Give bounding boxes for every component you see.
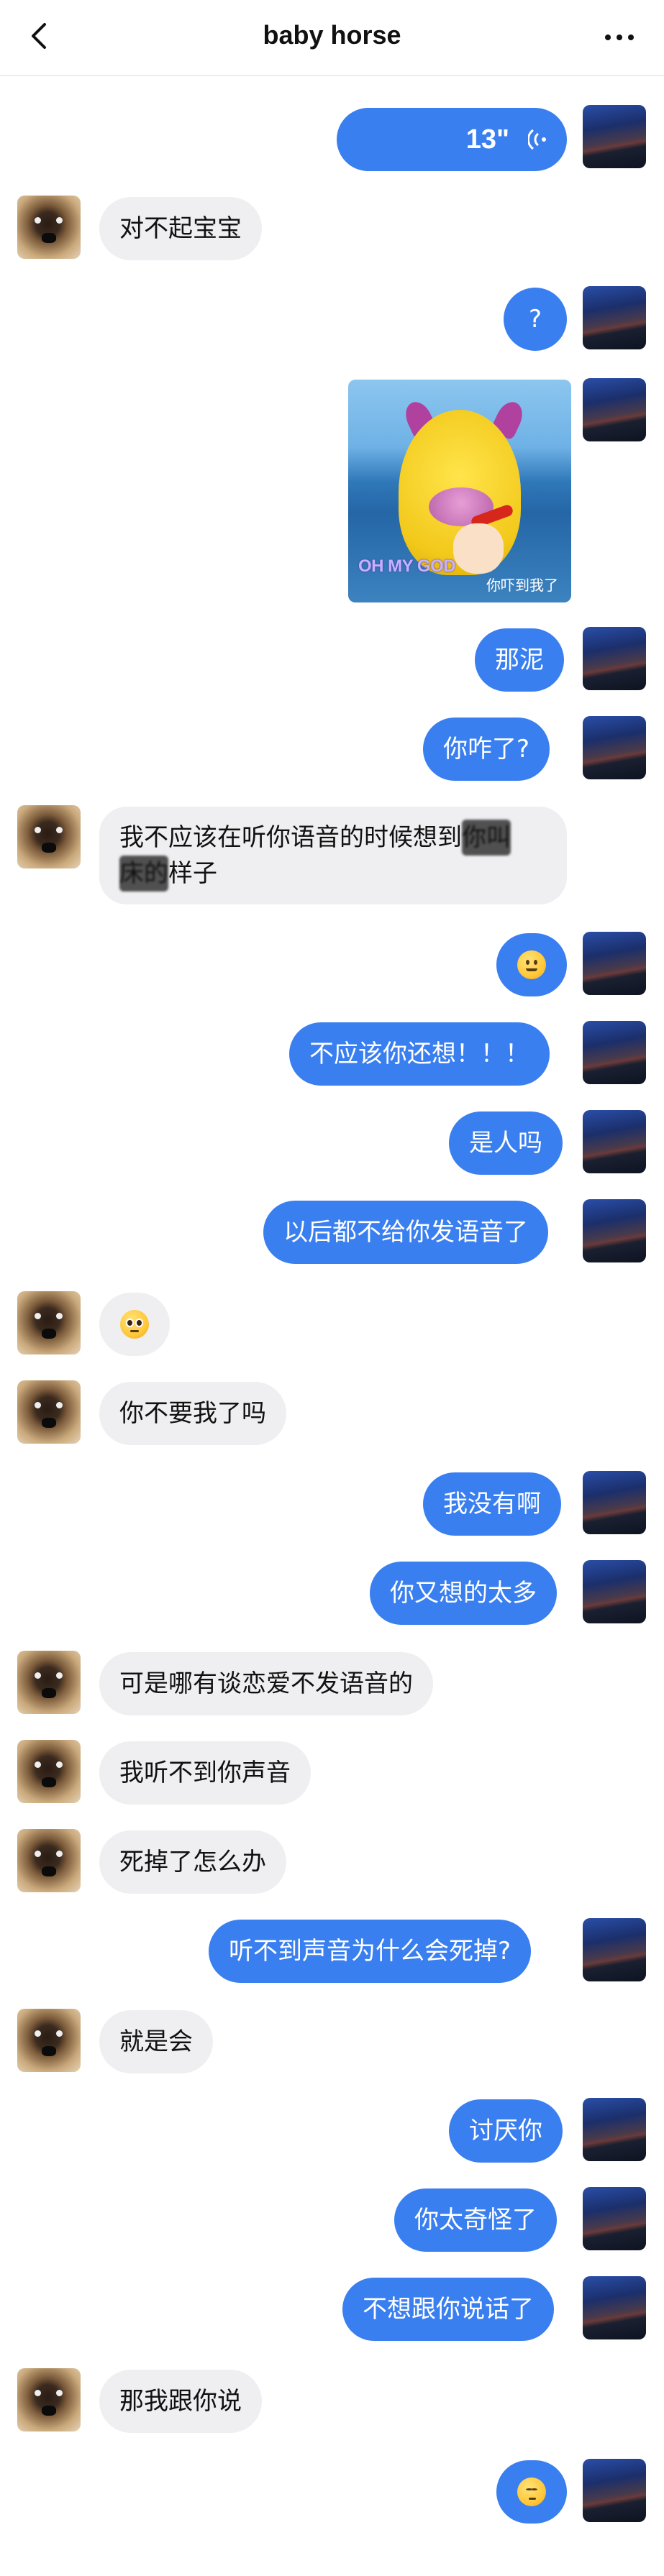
contact-avatar[interactable] <box>17 1380 81 1444</box>
contact-avatar[interactable] <box>17 1651 81 1714</box>
outgoing-emoji-message[interactable] <box>496 933 567 996</box>
contact-avatar[interactable] <box>17 196 81 259</box>
incoming-emoji-message[interactable] <box>99 1293 170 1356</box>
incoming-message[interactable]: 我不应该在听你语音的时候想到你叫 床的样子 <box>99 807 567 904</box>
self-avatar[interactable] <box>583 378 646 441</box>
outgoing-message[interactable]: 我没有啊 <box>423 1472 561 1536</box>
incoming-message[interactable]: 你不要我了吗 <box>99 1382 286 1445</box>
voice-message-bubble[interactable]: 13" <box>337 108 567 171</box>
self-avatar[interactable] <box>583 716 646 779</box>
incoming-message[interactable]: 就是会 <box>99 2010 213 2073</box>
outgoing-message[interactable]: 讨厌你 <box>449 2099 563 2163</box>
unamused-face-icon <box>517 2478 546 2506</box>
self-avatar[interactable] <box>583 1471 646 1534</box>
censored-text: 床的 <box>119 856 168 891</box>
self-avatar[interactable] <box>583 2098 646 2161</box>
outgoing-message[interactable]: 以后都不给你发语音了 <box>263 1201 548 1264</box>
more-options-icon[interactable] <box>602 29 637 46</box>
contact-avatar[interactable] <box>17 1740 81 1803</box>
contact-avatar[interactable] <box>17 2368 81 2431</box>
incoming-message[interactable]: 可是哪有谈恋爱不发语音的 <box>99 1652 433 1715</box>
message-list[interactable]: 13" 对不起宝宝 ? OH MY GOD 你吓到我了 那泥 你咋了? 我不应该… <box>0 78 664 2576</box>
self-avatar[interactable] <box>583 1199 646 1262</box>
outgoing-emoji-message[interactable] <box>496 2460 567 2524</box>
outgoing-message[interactable]: 不应该你还想！！！ <box>289 1022 550 1086</box>
incoming-message[interactable]: 我听不到你声音 <box>99 1741 311 1805</box>
self-avatar[interactable] <box>583 2459 646 2522</box>
outgoing-message[interactable]: 那泥 <box>475 628 564 692</box>
self-avatar[interactable] <box>583 627 646 690</box>
outgoing-message[interactable]: 不想跟你说话了 <box>342 2278 554 2341</box>
self-avatar[interactable] <box>583 1918 646 1981</box>
chat-title: baby horse <box>263 20 401 50</box>
outgoing-message[interactable]: 你咋了? <box>423 718 550 781</box>
voice-wave-icon <box>528 129 546 150</box>
incoming-message[interactable]: 对不起宝宝 <box>99 197 262 260</box>
sticker-image[interactable]: OH MY GOD 你吓到我了 <box>348 380 571 602</box>
incoming-message[interactable]: 那我跟你说 <box>99 2370 262 2433</box>
incoming-message[interactable]: 死掉了怎么办 <box>99 1830 286 1894</box>
contact-avatar[interactable] <box>17 1291 81 1355</box>
outgoing-message[interactable]: 听不到声音为什么会死掉? <box>209 1920 532 1983</box>
sticker-caption: 你吓到我了 <box>486 577 558 594</box>
self-avatar[interactable] <box>583 1560 646 1623</box>
message-text: 我不应该在听你语音的时候想到你叫 床的样子 <box>119 820 511 891</box>
contact-avatar[interactable] <box>17 1829 81 1892</box>
sticker-text: OH MY GOD <box>358 556 456 576</box>
contact-avatar[interactable] <box>17 805 81 868</box>
self-avatar[interactable] <box>583 1110 646 1173</box>
contact-avatar[interactable] <box>17 2009 81 2072</box>
outgoing-message[interactable]: ? <box>504 288 567 351</box>
outgoing-message[interactable]: 你太奇怪了 <box>394 2188 557 2252</box>
outgoing-message[interactable]: 是人吗 <box>449 1111 563 1175</box>
censored-text: 你叫 <box>462 820 511 856</box>
self-avatar[interactable] <box>583 1021 646 1084</box>
self-avatar[interactable] <box>583 105 646 168</box>
pleading-face-icon <box>120 1310 149 1339</box>
outgoing-message[interactable]: 你又想的太多 <box>370 1562 557 1625</box>
chat-header: baby horse <box>0 0 664 76</box>
self-avatar[interactable] <box>583 2187 646 2250</box>
self-avatar[interactable] <box>583 932 646 995</box>
self-avatar[interactable] <box>583 286 646 349</box>
voice-duration: 13" <box>465 124 509 155</box>
self-avatar[interactable] <box>583 2276 646 2339</box>
slightly-smiling-face-icon <box>517 950 546 979</box>
